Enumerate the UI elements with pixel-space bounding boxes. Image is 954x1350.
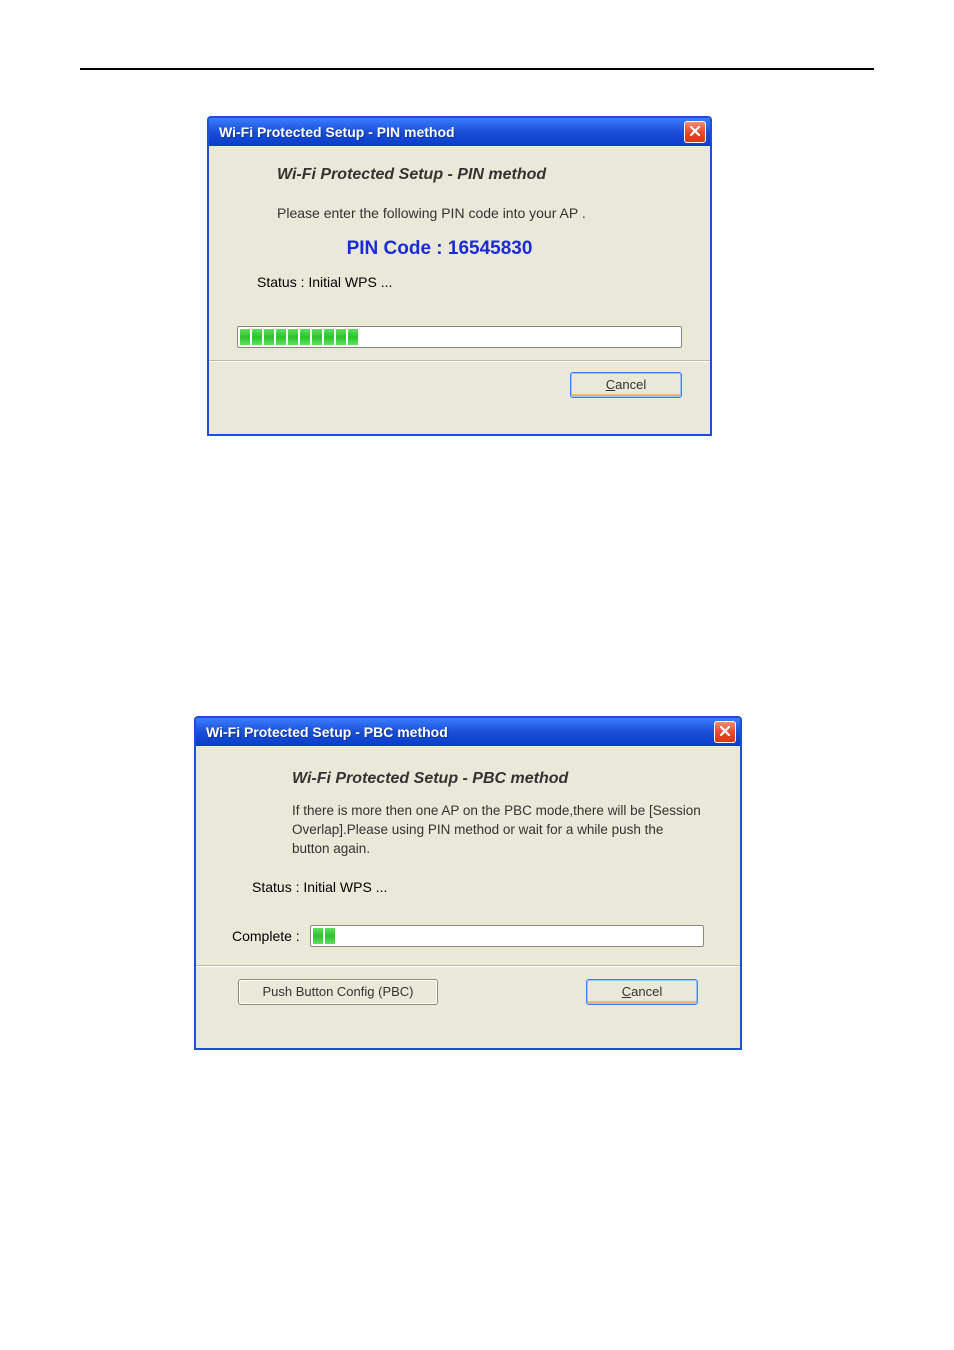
- pin-code-value: PIN Code : 16545830: [207, 238, 682, 260]
- pbc-button[interactable]: Push Button Config (PBC): [238, 979, 438, 1005]
- status-text: Status : Initial WPS ...: [257, 274, 682, 290]
- progress-segment: [264, 329, 274, 345]
- progress-segment: [312, 329, 322, 345]
- progress-segment: [240, 329, 250, 345]
- instruction-text: If there is more then one AP on the PBC …: [292, 802, 704, 859]
- separator: [209, 360, 710, 362]
- progress-segment: [288, 329, 298, 345]
- progress-bar: [237, 326, 682, 348]
- horizontal-rule: [80, 68, 874, 70]
- window-title: Wi-Fi Protected Setup - PIN method: [219, 124, 684, 140]
- close-icon: [719, 724, 731, 740]
- dialog-heading: Wi-Fi Protected Setup - PBC method: [292, 770, 704, 788]
- close-icon: [689, 124, 701, 140]
- progress-segment: [348, 329, 358, 345]
- cancel-button[interactable]: Cancel: [586, 979, 698, 1005]
- progress-segment: [324, 329, 334, 345]
- progress-segment: [276, 329, 286, 345]
- close-button[interactable]: [684, 121, 706, 143]
- progress-segment: [325, 928, 335, 944]
- progress-segment: [252, 329, 262, 345]
- complete-label: Complete :: [232, 928, 300, 944]
- dialog-heading: Wi-Fi Protected Setup - PIN method: [277, 166, 682, 184]
- cancel-button[interactable]: Cancel: [570, 372, 682, 398]
- close-button[interactable]: [714, 721, 736, 743]
- wps-pin-dialog: Wi-Fi Protected Setup - PIN method Wi-Fi…: [207, 116, 712, 436]
- titlebar[interactable]: Wi-Fi Protected Setup - PBC method: [196, 718, 740, 746]
- progress-segment: [313, 928, 323, 944]
- progress-segment: [336, 329, 346, 345]
- separator: [194, 965, 742, 967]
- progress-bar: [310, 925, 704, 947]
- window-title: Wi-Fi Protected Setup - PBC method: [206, 724, 714, 740]
- titlebar[interactable]: Wi-Fi Protected Setup - PIN method: [209, 118, 710, 146]
- progress-segment: [300, 329, 310, 345]
- status-text: Status : Initial WPS ...: [252, 879, 704, 895]
- wps-pbc-dialog: Wi-Fi Protected Setup - PBC method Wi-Fi…: [194, 716, 742, 1050]
- instruction-text: Please enter the following PIN code into…: [277, 204, 677, 224]
